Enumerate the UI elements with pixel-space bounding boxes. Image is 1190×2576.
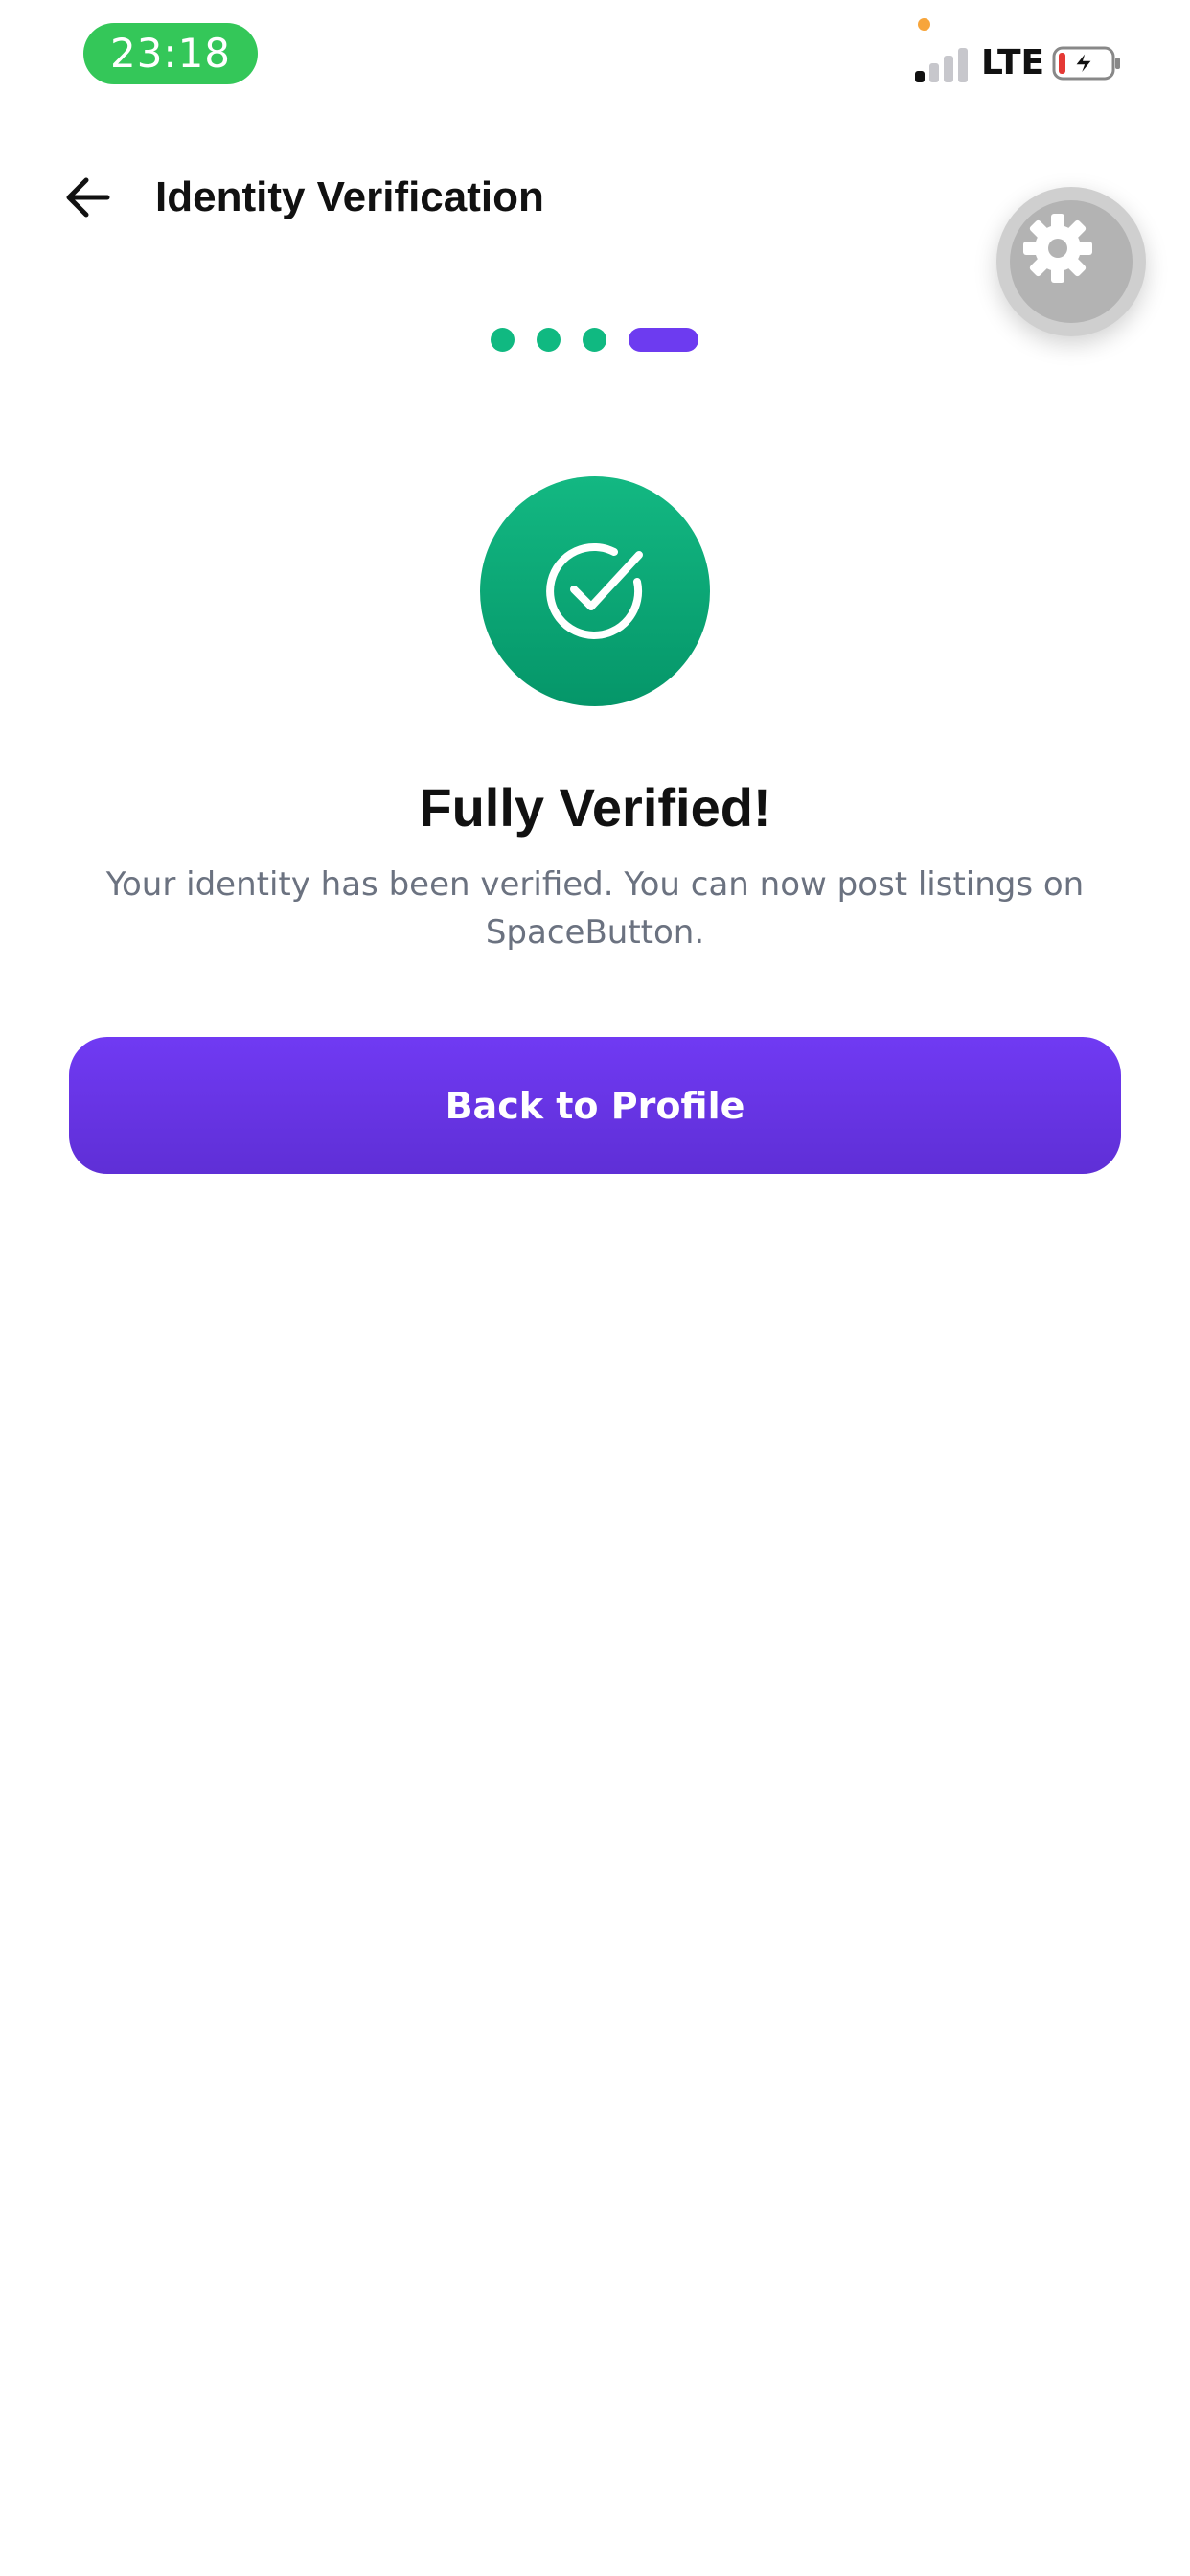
battery-charging-icon	[1052, 46, 1121, 80]
arrow-left-icon	[66, 177, 110, 218]
step-indicator-completed	[491, 327, 515, 352]
settings-button[interactable]	[996, 187, 1146, 336]
back-to-profile-button[interactable]: Back to Profile	[69, 1037, 1121, 1174]
status-time: 23:18	[83, 23, 258, 84]
privacy-indicator-dot	[918, 18, 930, 31]
progress-steps	[491, 327, 698, 352]
result-title: Fully Verified!	[419, 777, 771, 838]
page-title: Identity Verification	[155, 173, 544, 220]
step-indicator-current	[629, 327, 698, 352]
step-indicator-completed	[537, 327, 561, 352]
screen: 23:18 LTE Identity Verification Fully Ve…	[0, 0, 1190, 2576]
result-message: Your identity has been verified. You can…	[105, 865, 1085, 952]
gear-icon	[1023, 214, 1092, 283]
success-badge	[480, 476, 710, 706]
step-indicator-completed	[583, 327, 606, 352]
network-type-label: LTE	[981, 43, 1045, 82]
check-circle-icon	[546, 542, 643, 639]
signal-strength-icon	[915, 44, 969, 82]
back-button[interactable]	[59, 169, 117, 226]
